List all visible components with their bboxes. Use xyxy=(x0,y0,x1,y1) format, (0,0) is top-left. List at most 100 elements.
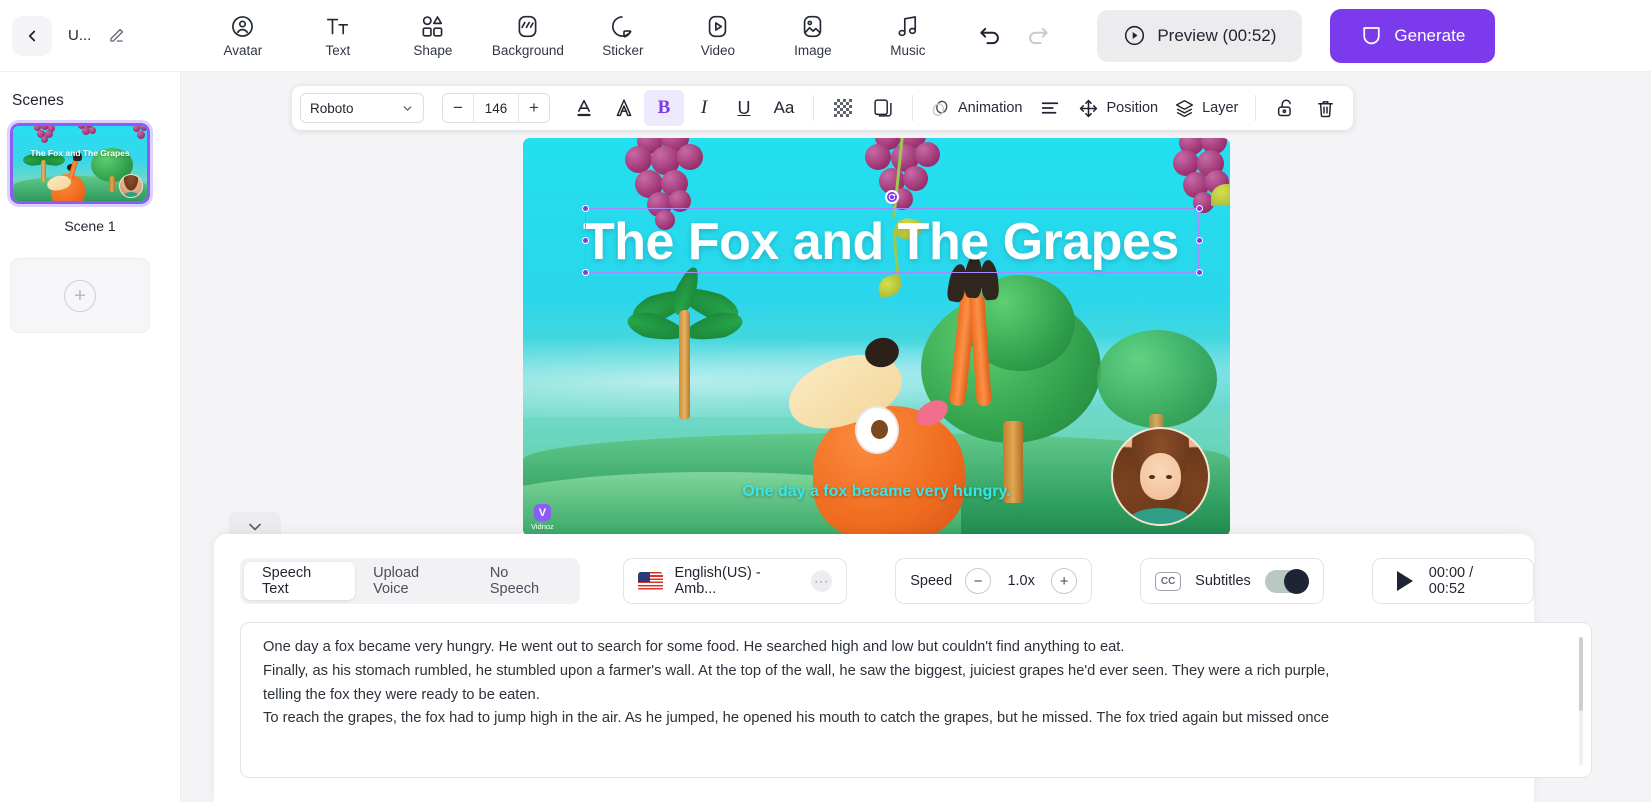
bold-button[interactable]: B xyxy=(644,90,684,126)
scene-thumb-title: The Fox and The Grapes xyxy=(30,148,130,158)
lock-button[interactable] xyxy=(1265,90,1305,126)
tool-label: Background xyxy=(491,43,564,59)
layer-icon xyxy=(1176,99,1194,117)
shadow-button[interactable] xyxy=(863,90,903,126)
layer-button[interactable]: Layer xyxy=(1166,91,1246,125)
tool-music[interactable]: Music xyxy=(860,6,955,66)
rotate-icon xyxy=(888,193,896,201)
tool-sticker[interactable]: Sticker xyxy=(575,6,670,66)
text-format-toolbar: Roboto − 146 + B I U Aa Animation Positi xyxy=(292,86,1354,130)
underline-button[interactable]: U xyxy=(724,90,764,126)
tool-label: Image xyxy=(794,43,832,59)
resize-handle-mr[interactable] xyxy=(1196,237,1203,244)
history-buttons xyxy=(973,19,1055,53)
generate-button[interactable]: Generate xyxy=(1330,8,1496,63)
pencil-icon xyxy=(110,28,123,42)
edit-title-button[interactable] xyxy=(105,25,127,47)
font-family-select[interactable]: Roboto xyxy=(300,93,424,123)
video-icon xyxy=(705,13,730,39)
animation-label: Animation xyxy=(958,100,1023,116)
tool-shape[interactable]: Shape xyxy=(385,6,480,66)
animation-icon xyxy=(932,100,948,116)
font-color-button[interactable] xyxy=(564,90,604,126)
toolbar-divider-2 xyxy=(912,95,913,121)
speed-increase-button[interactable]: + xyxy=(1051,568,1078,594)
image-icon xyxy=(800,13,825,39)
opacity-button[interactable] xyxy=(823,90,863,126)
tool-background[interactable]: Background xyxy=(480,6,575,66)
text-icon xyxy=(325,13,350,39)
align-button[interactable] xyxy=(1030,90,1070,126)
preview-play-icon xyxy=(1125,25,1145,46)
script-line: One day a fox became very hungry. He wen… xyxy=(263,639,1125,655)
voice-more-button[interactable]: ··· xyxy=(811,570,833,592)
tool-label: Sticker xyxy=(602,43,644,59)
scene-label-1: Scene 1 xyxy=(64,218,116,234)
cc-icon: CC xyxy=(1155,571,1182,591)
tool-label: Text xyxy=(325,43,351,59)
undo-icon xyxy=(980,27,1000,44)
playback-control: 00:00 / 00:52 xyxy=(1371,558,1534,604)
grape-leaf-2 xyxy=(875,273,905,299)
add-scene-button[interactable]: + xyxy=(10,258,150,333)
speech-controls-row: Speech Text Upload Voice No Speech Engli… xyxy=(240,558,1534,604)
position-icon xyxy=(1080,99,1098,117)
script-textarea[interactable]: One day a fox became very hungry. He wen… xyxy=(240,622,1592,778)
tool-avatar[interactable]: Avatar xyxy=(195,6,290,66)
subtitles-label: Subtitles xyxy=(1195,573,1251,589)
sidebar-title: Scenes xyxy=(12,92,64,109)
position-label: Position xyxy=(1106,100,1159,116)
top-bar: U... Avatar Text Shape Background Sticke… xyxy=(0,0,1651,72)
text-outline-button[interactable] xyxy=(604,90,644,126)
text-case-icon: Aa xyxy=(773,98,795,117)
resize-handle-br[interactable] xyxy=(1196,269,1203,276)
opacity-checker-icon xyxy=(834,99,852,117)
voice-selector[interactable]: English(US) - Amb... ··· xyxy=(622,558,848,604)
scene-thumbnail-1[interactable]: The Fox and The Grapes xyxy=(7,120,153,207)
unlock-icon xyxy=(1277,99,1291,116)
font-family-value: Roboto xyxy=(310,100,354,116)
tool-label: Video xyxy=(700,43,735,59)
chevron-down-icon xyxy=(403,105,412,111)
resize-handle-tl[interactable] xyxy=(582,205,589,212)
avatar-icon xyxy=(230,13,255,39)
resize-handle-tr[interactable] xyxy=(1196,205,1203,212)
undo-button[interactable] xyxy=(973,19,1007,53)
video-canvas[interactable]: V Vidnoz One day a fox became very hungr… xyxy=(523,138,1230,536)
delete-button[interactable] xyxy=(1305,90,1345,126)
tool-video[interactable]: Video xyxy=(670,6,765,66)
script-scroll-thumb[interactable] xyxy=(1579,637,1583,711)
tool-text[interactable]: Text xyxy=(290,6,385,66)
tab-no-speech[interactable]: No Speech xyxy=(472,562,576,600)
position-button[interactable]: Position xyxy=(1070,91,1166,125)
trash-icon xyxy=(1317,100,1333,117)
subtitles-toggle[interactable] xyxy=(1264,568,1309,594)
sticker-icon xyxy=(610,13,635,39)
resize-handle-bl[interactable] xyxy=(582,269,589,276)
play-icon[interactable] xyxy=(1396,571,1413,591)
font-size-decrease[interactable]: − xyxy=(443,94,473,122)
preview-label: Preview (00:52) xyxy=(1157,25,1277,45)
speed-decrease-button[interactable]: − xyxy=(965,568,992,594)
font-size-increase[interactable]: + xyxy=(519,94,549,122)
font-size-input[interactable]: 146 xyxy=(473,94,519,122)
resize-handle-ml[interactable] xyxy=(582,237,589,244)
tab-upload-voice[interactable]: Upload Voice xyxy=(355,562,472,600)
canvas-title-text[interactable]: The Fox and The Grapes xyxy=(583,212,1179,272)
tool-image[interactable]: Image xyxy=(765,6,860,66)
rotate-handle[interactable] xyxy=(885,190,899,204)
toolbar-divider-1 xyxy=(813,95,814,121)
speech-panel: Speech Text Upload Voice No Speech Engli… xyxy=(214,534,1592,802)
playback-time: 00:00 / 00:52 xyxy=(1428,565,1474,597)
animation-button[interactable]: Animation xyxy=(922,91,1030,125)
preview-button[interactable]: Preview (00:52) xyxy=(1097,9,1303,62)
avatar-overlay[interactable] xyxy=(1111,427,1210,526)
speed-control: Speed − 1.0x + xyxy=(895,558,1093,604)
back-button[interactable] xyxy=(12,15,52,56)
tab-speech-text[interactable]: Speech Text xyxy=(244,562,356,600)
speed-value: 1.0x xyxy=(1007,573,1035,589)
italic-button[interactable]: I xyxy=(684,90,724,126)
text-case-button[interactable]: Aa xyxy=(764,90,804,126)
font-size-stepper: − 146 + xyxy=(442,93,550,123)
redo-button[interactable] xyxy=(1021,19,1055,53)
